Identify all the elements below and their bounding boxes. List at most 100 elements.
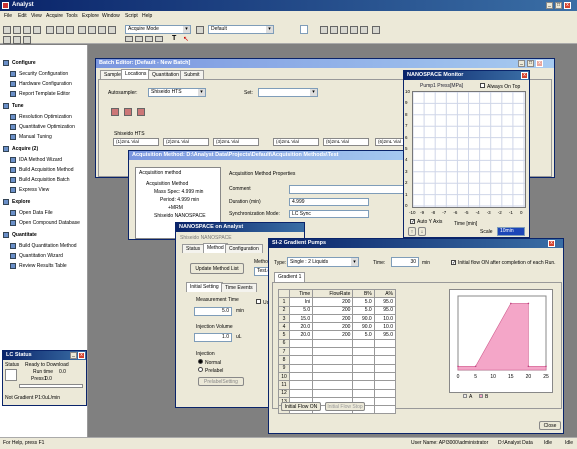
table-cell[interactable]: Ini — [288, 297, 314, 307]
table-cell[interactable] — [312, 338, 354, 349]
table-cell[interactable] — [312, 347, 354, 357]
maximize-button[interactable]: □ — [555, 2, 562, 9]
inj-vol-field[interactable]: 1.0 — [194, 333, 232, 342]
nav-open-compound[interactable]: Open Compound Database — [10, 219, 80, 227]
vial-2[interactable]: (2)2mL Vial — [163, 138, 209, 146]
vial-5[interactable]: (5)2mL Vial — [323, 138, 369, 146]
cut-icon[interactable] — [46, 26, 54, 34]
nav-tune[interactable]: Tune — [3, 102, 24, 110]
table-cell[interactable]: 10.0 — [373, 322, 397, 332]
initial-flow-checkbox[interactable]: ✓ Initial flow ON after completion of eac… — [451, 260, 556, 266]
table-row[interactable]: 11 — [278, 380, 397, 390]
nav-quant-wizard[interactable]: Quantitation Wizard — [10, 252, 63, 260]
monitor-close-button[interactable]: x — [521, 72, 528, 79]
menu-help[interactable]: Help — [142, 11, 152, 22]
menu-window[interactable]: Window — [102, 11, 120, 22]
time-field[interactable]: 30 — [391, 257, 419, 267]
table-row[interactable]: 3 15.0 200 90.0 10.0 — [278, 313, 397, 324]
queue-icon[interactable] — [360, 26, 368, 34]
set-select[interactable]: ▾ — [258, 88, 318, 97]
table-row[interactable]: 10 — [278, 371, 397, 382]
gradient-table[interactable]: Time FlowRate B% A% 1 Ini 200 5.0 95.0 2 5.0 200 5.0… — [278, 288, 397, 415]
table-cell[interactable] — [352, 363, 375, 373]
table-cell[interactable] — [288, 363, 314, 373]
batch-close-button[interactable]: x — [536, 60, 543, 67]
nav-acquire[interactable]: Acquire (2) — [3, 145, 38, 153]
menu-acquire[interactable]: Acquire — [46, 11, 63, 22]
nav-hardware[interactable]: Hardware Configuration — [10, 80, 72, 88]
auto-y-checkbox[interactable]: ✓ Auto Y Axis — [410, 219, 442, 225]
si2-x-button[interactable]: x — [548, 240, 555, 247]
nav-configure[interactable]: Configure — [3, 59, 36, 67]
tool3-icon[interactable] — [98, 26, 106, 34]
table-cell[interactable]: 10.0 — [373, 313, 397, 324]
tab-status[interactable]: Status — [182, 244, 205, 253]
menu-explore[interactable]: Explore — [82, 11, 99, 22]
tree-acq-method[interactable]: Acquisition Method — [146, 181, 188, 187]
grid2-icon[interactable] — [124, 108, 132, 116]
initial-flow-stop-button[interactable]: Initial Flow Stop — [325, 402, 365, 411]
nav-quantitative-opt[interactable]: Quantitative Optimization — [10, 123, 75, 131]
table-cell[interactable] — [288, 338, 314, 349]
table-cell[interactable] — [352, 380, 375, 390]
vial-4[interactable]: (4)2mL Vial — [273, 138, 319, 146]
meas-time-field[interactable]: 5.0 — [194, 307, 232, 316]
tool-icon[interactable] — [78, 26, 86, 34]
copy-icon[interactable] — [56, 26, 64, 34]
autosampler-select[interactable]: Shiseido HTS ▾ — [148, 88, 206, 97]
nav-explore[interactable]: Explore — [3, 198, 30, 206]
table-cell[interactable] — [373, 371, 397, 382]
table-cell[interactable] — [288, 347, 314, 357]
table-cell[interactable] — [373, 405, 397, 415]
text-tool-icon[interactable]: T — [172, 35, 176, 42]
standby-icon[interactable] — [340, 26, 348, 34]
table-cell[interactable]: 5.0 — [288, 305, 314, 315]
table-cell[interactable] — [373, 363, 397, 373]
table-cell[interactable]: 5.0 — [352, 305, 375, 315]
table-row[interactable]: 9 — [278, 363, 397, 373]
table-cell[interactable] — [352, 347, 375, 357]
minimize-button[interactable]: _ — [546, 2, 553, 9]
tool4-icon[interactable] — [108, 26, 116, 34]
lc-close-button[interactable]: x — [78, 352, 85, 359]
table-cell[interactable] — [312, 380, 354, 390]
ready-icon[interactable] — [350, 26, 358, 34]
tool2-icon[interactable] — [88, 26, 96, 34]
nav-build-batch[interactable]: Build Acquisition Batch — [10, 176, 70, 184]
nav-manual[interactable]: Manual Tuning — [10, 133, 52, 141]
table-cell[interactable]: 95.0 — [373, 297, 397, 307]
arrow-tool-icon[interactable]: ↖ — [183, 35, 189, 43]
table-cell[interactable]: 200 — [312, 305, 354, 315]
lc-min-button[interactable]: _ — [70, 352, 77, 359]
tab-quantitation[interactable]: Quantitation — [148, 70, 183, 79]
table-cell[interactable] — [373, 347, 397, 357]
always-on-top-checkbox[interactable]: Always On Top — [480, 83, 520, 90]
table-cell[interactable]: 90.0 — [352, 313, 375, 324]
nav-build-method[interactable]: Build Acquisition Method — [10, 166, 73, 174]
new-icon[interactable] — [3, 26, 11, 34]
table-cell[interactable]: 90.0 — [352, 322, 375, 332]
si2-close-button[interactable]: Close — [539, 421, 561, 430]
normal-radio[interactable]: Normal — [198, 359, 221, 366]
table-cell[interactable]: 95.0 — [373, 305, 397, 315]
initial-flow-on-button[interactable]: Initial Flow ON — [281, 402, 321, 411]
table-cell[interactable] — [288, 355, 314, 365]
table-cell[interactable]: 200 — [312, 297, 354, 307]
table-row[interactable]: 8 — [278, 355, 397, 365]
vial-1[interactable]: (1)2mL Vial — [113, 138, 159, 146]
table-row[interactable]: 1 Ini 200 5.0 95.0 — [278, 297, 397, 307]
nav-ida[interactable]: IDA Method Wizard — [10, 156, 62, 164]
scroll-up-button[interactable]: ↑ — [408, 227, 416, 236]
queue2-icon[interactable] — [135, 36, 143, 42]
table-cell[interactable]: 15.0 — [288, 313, 314, 324]
table-cell[interactable]: 20.0 — [288, 330, 314, 340]
prelabel-radio[interactable]: Prelabel — [198, 367, 223, 374]
table-cell[interactable]: 5.0 — [352, 297, 375, 307]
menu-tools[interactable]: Tools — [66, 11, 78, 22]
menu-edit[interactable]: Edit — [18, 11, 27, 22]
tab-configuration[interactable]: Configuration — [225, 244, 263, 253]
tab-locations[interactable]: Locations — [121, 69, 151, 79]
table-cell[interactable]: 5.0 — [352, 330, 375, 340]
cascade-icon[interactable] — [23, 36, 31, 44]
nav-quantitate[interactable]: Quantitate — [3, 231, 37, 239]
